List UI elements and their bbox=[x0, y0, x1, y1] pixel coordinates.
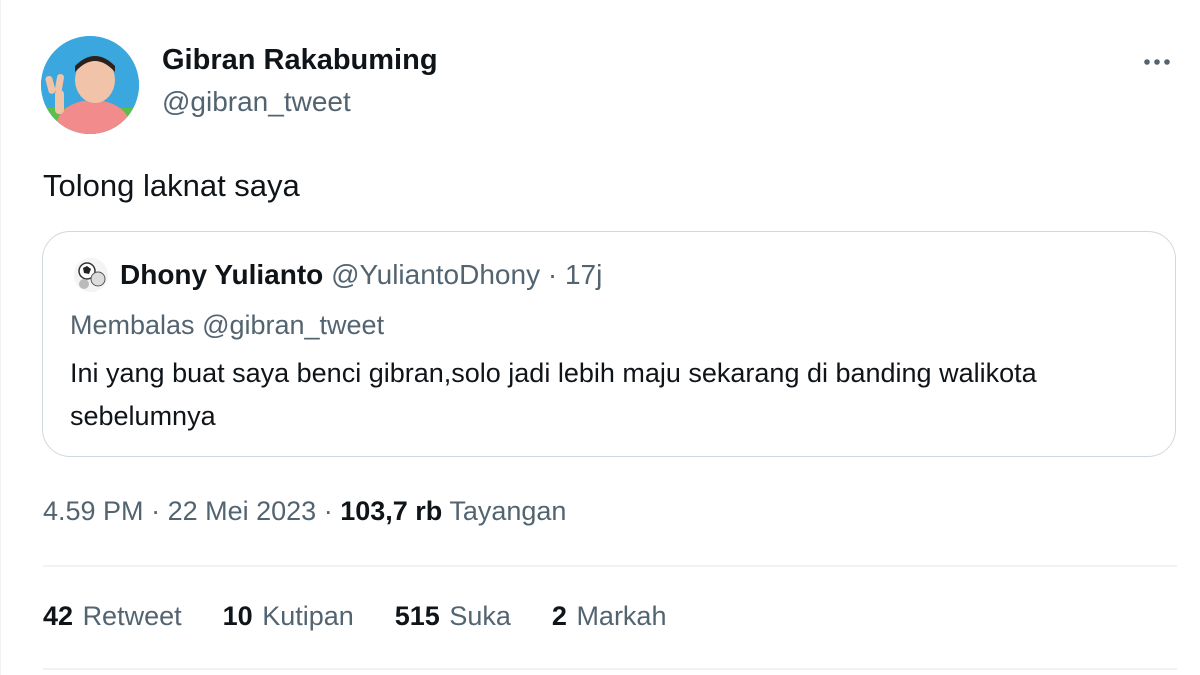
author-handle[interactable]: @gibran_tweet bbox=[162, 86, 351, 118]
quoted-tweet[interactable]: Dhony Yulianto @YuliantoDhony · 17j Memb… bbox=[42, 231, 1176, 457]
quote-author-handle[interactable]: @YuliantoDhony bbox=[331, 259, 540, 290]
author-name[interactable]: Gibran Rakabuming bbox=[162, 44, 438, 77]
stat-retweets[interactable]: 42 Retweet bbox=[43, 601, 182, 632]
author-avatar[interactable] bbox=[41, 36, 139, 134]
more-options-button[interactable] bbox=[1137, 44, 1177, 80]
quote-header: Dhony Yulianto @YuliantoDhony · 17j bbox=[120, 259, 602, 291]
quote-author-name[interactable]: Dhony Yulianto bbox=[120, 259, 323, 290]
quote-time[interactable]: 17j bbox=[565, 259, 602, 290]
quote-text: Ini yang buat saya benci gibran,solo jad… bbox=[70, 358, 1037, 431]
stat-count: 2 bbox=[551, 601, 567, 631]
stat-quotes[interactable]: 10 Kutipan bbox=[223, 601, 354, 632]
reply-to-handle[interactable]: @gibran_tweet bbox=[202, 310, 384, 340]
stat-label: Markah bbox=[576, 601, 667, 631]
stat-count: 10 bbox=[222, 601, 253, 631]
views-count: 103,7 rb bbox=[340, 496, 443, 526]
stat-bookmarks[interactable]: 2 Markah bbox=[552, 601, 667, 632]
divider bbox=[43, 668, 1177, 670]
stat-label: Retweet bbox=[82, 601, 182, 631]
tweet: Gibran Rakabuming @gibran_tweet Tolong l… bbox=[0, 0, 1200, 675]
quote-separator: · bbox=[547, 259, 558, 290]
engagement-stats: 42 Retweet 10 Kutipan 515 Suka 2 Markah bbox=[43, 601, 707, 632]
reply-prefix: Membalas bbox=[70, 310, 195, 340]
tweet-meta: 4.59 PM · 22 Mei 2023 · 103,7 rb Tayanga… bbox=[43, 496, 566, 527]
tweet-text: Tolong laknat saya bbox=[43, 168, 300, 203]
stat-likes[interactable]: 515 Suka bbox=[395, 601, 511, 632]
quote-reply-context: Membalas @gibran_tweet bbox=[70, 310, 384, 341]
avatar-image bbox=[41, 36, 139, 134]
quote-avatar-image bbox=[74, 258, 108, 292]
stat-count: 515 bbox=[394, 601, 440, 631]
tweet-time[interactable]: 4.59 PM bbox=[43, 496, 144, 526]
meta-separator: · bbox=[151, 496, 161, 526]
views-label: Tayangan bbox=[449, 496, 567, 526]
stat-label: Suka bbox=[449, 601, 511, 631]
divider bbox=[43, 565, 1177, 567]
meta-separator: · bbox=[323, 496, 333, 526]
tweet-date[interactable]: 22 Mei 2023 bbox=[168, 496, 317, 526]
stat-label: Kutipan bbox=[262, 601, 354, 631]
quote-author-avatar[interactable] bbox=[74, 258, 108, 292]
stat-count: 42 bbox=[43, 601, 74, 631]
more-horizontal-icon bbox=[1144, 59, 1170, 65]
